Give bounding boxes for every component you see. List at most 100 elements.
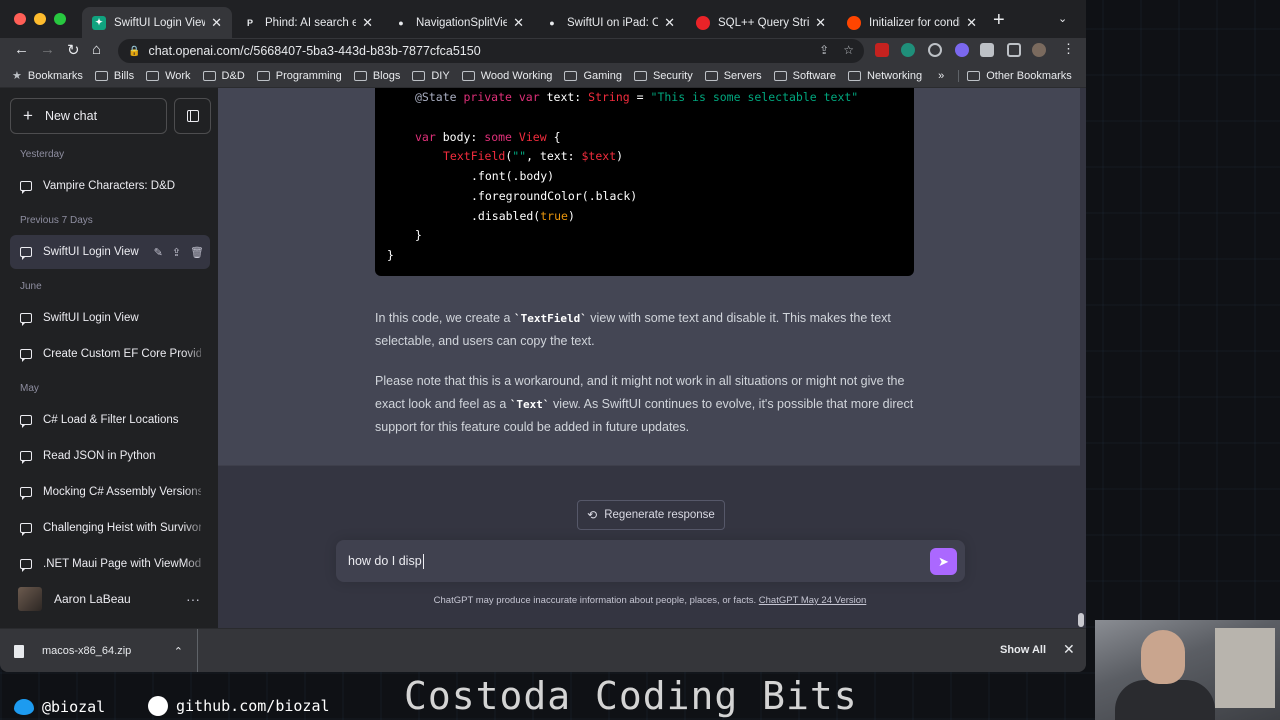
chat-history-item[interactable]: Read JSON in Python	[10, 439, 210, 473]
chat-history-item-selected[interactable]: SwiftUI Login View ✎ ⇪ 🗑	[10, 235, 210, 269]
chat-history-item[interactable]: Challenging Heist with Survivors	[10, 511, 210, 545]
close-tab-icon[interactable]: ✕	[211, 15, 222, 31]
close-tab-icon[interactable]: ✕	[362, 15, 373, 31]
tab-phind[interactable]: P Phind: AI search engine ✕	[233, 7, 383, 38]
disclaimer-text: ChatGPT may produce inaccurate informati…	[433, 595, 757, 606]
side-panel-icon[interactable]	[1007, 43, 1021, 57]
new-tab-button[interactable]: +	[993, 9, 1005, 32]
chat-history-item[interactable]: C# Load & Filter Locations	[10, 403, 210, 437]
forward-arrow-icon[interactable]: →	[40, 41, 55, 58]
tab-initializer[interactable]: Initializer for conditional ✕	[837, 7, 987, 38]
chat-history-item[interactable]: Vampire Characters: D&D	[10, 169, 210, 203]
react-devtools-icon[interactable]	[901, 43, 915, 57]
github-handle: github.com/biozal	[148, 696, 330, 716]
bookmark-folder[interactable]: Work	[146, 69, 191, 82]
close-icon[interactable]: ✕	[1063, 641, 1075, 658]
close-window-button[interactable]	[14, 13, 26, 25]
bookmark-label: Bookmarks	[27, 69, 83, 82]
new-chat-button[interactable]: + New chat	[10, 98, 167, 134]
bookmark-folder[interactable]: Security	[633, 70, 693, 82]
close-tab-icon[interactable]: ✕	[815, 15, 826, 31]
other-bookmarks[interactable]: Other Bookmarks	[958, 69, 1072, 82]
bookmark-label: Blogs	[372, 69, 401, 82]
chat-history-item[interactable]: SwiftUI Login View	[10, 301, 210, 335]
share-icon[interactable]: ⇪	[172, 246, 181, 259]
bookmark-folder[interactable]: Networking	[848, 70, 922, 82]
profile-avatar[interactable]	[1032, 43, 1046, 57]
bookmark-folder[interactable]: Software	[773, 70, 836, 82]
home-icon[interactable]: ⌂	[92, 41, 101, 58]
answer-paragraph: In this code, we create a `TextField` vi…	[375, 311, 891, 348]
chat-history-item[interactable]: .NET Maui Page with ViewModel	[10, 547, 210, 581]
bookmark-folder[interactable]: Blogs	[353, 69, 401, 82]
bookmark-folder[interactable]: Gaming	[564, 70, 622, 82]
twitter-icon	[14, 699, 34, 715]
share-icon[interactable]: ⇪	[819, 43, 829, 57]
chat-title: Create Custom EF Core Provider	[43, 348, 201, 360]
bookmark-folder[interactable]: Wood Working	[461, 70, 552, 82]
browser-window: ✦ SwiftUI Login View ✕ P Phind: AI searc…	[0, 0, 1086, 672]
message-input[interactable]: how do I disp ➤	[336, 540, 965, 582]
send-button[interactable]: ➤	[930, 548, 957, 575]
chatgpt-page: + New chat Yesterday Vampire Characters:…	[0, 88, 1086, 628]
download-filename: macos-x86_64.zip	[42, 645, 132, 657]
toggle-sidebar-button[interactable]	[174, 98, 211, 134]
bookmark-label: Work	[165, 69, 191, 82]
version-link[interactable]: ChatGPT May 24 Version	[759, 595, 867, 606]
bookmark-label: Gaming	[583, 69, 622, 82]
conversation-pane: @State private var text: String = "This …	[218, 88, 1086, 628]
bookmark-label: DIY	[431, 69, 450, 82]
extension-icon[interactable]	[955, 43, 969, 57]
close-tab-icon[interactable]: ✕	[664, 15, 675, 31]
close-tab-icon[interactable]: ✕	[966, 15, 977, 31]
chat-history-item[interactable]: Mocking C# Assembly Versions	[10, 475, 210, 509]
user-account-button[interactable]: Aaron LaBeau ···	[10, 582, 210, 616]
code-line: .foregroundColor(.black)	[471, 189, 638, 203]
bookmark-folder[interactable]: Programming	[256, 70, 342, 82]
close-tab-icon[interactable]: ✕	[513, 15, 524, 31]
tab-search-chevron-icon[interactable]: ⌄	[1058, 12, 1067, 25]
extension-icon[interactable]	[928, 43, 942, 57]
trash-icon[interactable]: 🗑	[190, 246, 204, 259]
tab-title: SwiftUI Login View	[114, 16, 206, 29]
bookmark-folder[interactable]: DIY	[412, 69, 450, 82]
twitter-handle: @biozal	[14, 698, 105, 716]
tab-navigationsplitview[interactable]: ● NavigationSplitView ✕	[384, 7, 534, 38]
bookmark-folder[interactable]: Servers	[704, 70, 762, 82]
chat-history-item[interactable]: Create Custom EF Core Provider	[10, 337, 210, 371]
tab-sql-query-strings[interactable]: SQL++ Query Strings ✕	[686, 7, 836, 38]
folder-icon	[461, 70, 475, 81]
bookmark-bookmarks[interactable]: ★ Bookmarks	[12, 69, 83, 83]
show-all-downloads-button[interactable]: Show All	[1000, 644, 1046, 656]
downloads-bar: macos-x86_64.zip ⌃ Show All ✕	[0, 628, 1086, 672]
chevron-up-icon[interactable]: ⌃	[174, 645, 183, 658]
tab-swiftui-ipad[interactable]: ● SwiftUI on iPad: Organize ✕	[535, 7, 685, 38]
send-arrow-icon: ➤	[938, 553, 949, 569]
more-bookmarks-button[interactable]: »	[938, 70, 944, 82]
section-label-june: June	[20, 281, 42, 292]
folder-icon	[256, 70, 270, 81]
regenerate-response-button[interactable]: ⟲ Regenerate response	[577, 500, 725, 530]
more-options-icon[interactable]: ···	[186, 591, 200, 607]
address-bar[interactable]: 🔒 chat.openai.com/c/5668407-5ba3-443d-b8…	[118, 39, 864, 63]
edit-pencil-icon[interactable]: ✎	[154, 246, 163, 259]
minimize-window-button[interactable]	[34, 13, 46, 25]
bookmark-folder[interactable]: Bills	[94, 70, 134, 82]
menu-kebab-icon[interactable]: ⋮	[1062, 41, 1075, 57]
code-block: @State private var text: String = "This …	[375, 88, 914, 276]
scrollbar-thumb[interactable]	[1078, 613, 1084, 627]
bookmark-label: D&D	[221, 69, 245, 82]
zoom-window-button[interactable]	[54, 13, 66, 25]
code-line: }	[415, 228, 422, 242]
back-arrow-icon[interactable]: ←	[14, 41, 29, 58]
reload-icon[interactable]: ↻	[67, 41, 80, 59]
download-item[interactable]: macos-x86_64.zip ⌃	[0, 629, 198, 672]
refresh-icon: ⟲	[587, 508, 598, 522]
bookmark-folder[interactable]: D&D	[202, 69, 245, 82]
extension-icon[interactable]	[875, 43, 889, 57]
tab-swiftui-login-view[interactable]: ✦ SwiftUI Login View ✕	[82, 7, 232, 38]
chat-bubble-icon	[20, 247, 32, 260]
tab-title: Phind: AI search engine	[265, 16, 357, 29]
bookmark-star-icon[interactable]: ☆	[843, 43, 854, 57]
puzzle-icon[interactable]	[980, 43, 994, 57]
